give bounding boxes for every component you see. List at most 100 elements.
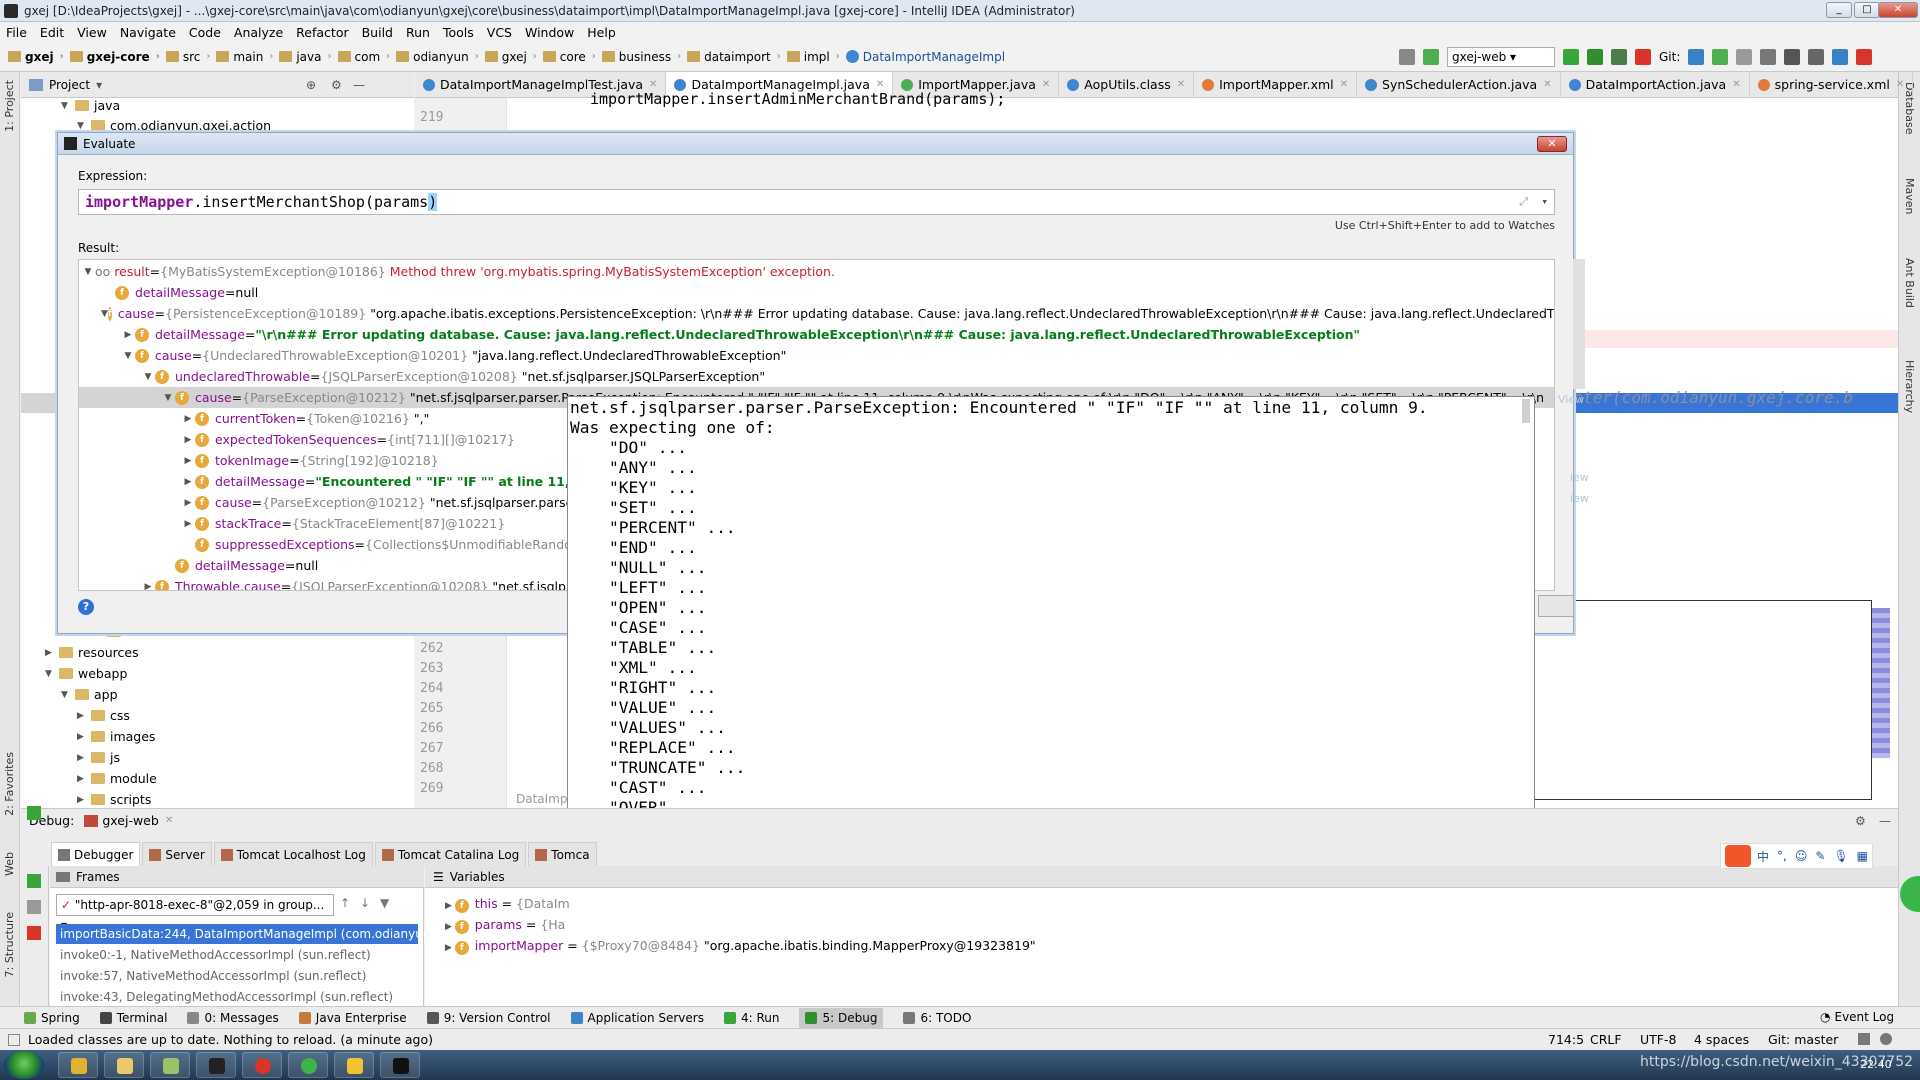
chevron-right-icon[interactable]: ▶ <box>77 711 91 721</box>
close-icon[interactable]: ✕ <box>1042 79 1050 90</box>
result-row[interactable]: ▶ f detailMessage = "\r\n### Error updatin… <box>79 324 1554 345</box>
chevron-right-icon[interactable]: ▶ <box>445 943 455 953</box>
breadcrumb-item[interactable]: gxej › <box>8 50 64 64</box>
menu-tools[interactable]: Tools <box>443 25 474 40</box>
menu-vcs[interactable]: VCS <box>487 25 512 40</box>
filter-icon[interactable]: ▼ <box>380 896 389 910</box>
chevron-down-icon[interactable]: ▼ <box>141 372 155 382</box>
dialog-button[interactable] <box>1538 595 1574 617</box>
debug-bug-icon[interactable] <box>1587 49 1603 65</box>
chevron-right-icon[interactable]: ▶ <box>181 519 195 529</box>
editor-tab[interactable]: ImportMapper.xml ✕ <box>1194 71 1358 98</box>
chevron-right-icon[interactable]: ▶ <box>45 648 59 658</box>
hierarchy-tool-button[interactable]: Hierarchy <box>1903 360 1916 413</box>
web-tool-button[interactable]: Web <box>3 852 16 876</box>
chevron-right-icon[interactable]: ▶ <box>445 901 455 911</box>
favorites-tool-button[interactable]: 2: Favorites <box>3 752 16 816</box>
menu-navigate[interactable]: Navigate <box>120 25 176 40</box>
breadcrumb-item[interactable]: dataimport › <box>687 50 781 64</box>
editor-tab[interactable]: SynSchedulerAction.java ✕ <box>1357 71 1561 98</box>
close-icon[interactable]: ✕ <box>1732 79 1740 90</box>
menu-file[interactable]: File <box>6 25 27 40</box>
ant-build-tool-button[interactable]: Ant Build <box>1903 258 1916 308</box>
tree-node[interactable]: ▶ resources <box>45 645 139 660</box>
structure-tool-button[interactable]: 7: Structure <box>3 912 16 977</box>
tool-tab[interactable]: 9: Version Control <box>426 1011 551 1025</box>
taskbar-cmd[interactable] <box>380 1052 420 1078</box>
pause-icon[interactable] <box>27 900 41 914</box>
chevron-down-icon[interactable]: ▼ <box>45 669 59 679</box>
breadcrumb-item[interactable]: core › <box>542 50 596 64</box>
git-revert-icon[interactable] <box>1760 49 1777 65</box>
tool-tab[interactable]: 0: Messages <box>187 1011 279 1025</box>
event-log-button[interactable]: ◔ Event Log <box>1820 1010 1894 1024</box>
project-tool-button[interactable]: 1: Project <box>3 80 16 132</box>
breadcrumb-item[interactable]: src › <box>165 50 210 64</box>
debug-tab[interactable]: Tomcat Localhost Log <box>213 842 373 866</box>
tree-node[interactable]: ▼ com.odianyun.gxej.action <box>77 118 271 133</box>
down-arrow-icon[interactable]: ↓ <box>360 896 370 910</box>
gear-icon[interactable]: ⚙ <box>331 78 342 92</box>
taskbar-app[interactable] <box>288 1052 328 1078</box>
coverage-icon[interactable] <box>1611 49 1627 65</box>
view-link[interactable]: View <box>1558 393 1584 406</box>
menu-run[interactable]: Run <box>406 25 430 40</box>
taskbar-notepad[interactable] <box>150 1052 190 1078</box>
taskbar-chrome[interactable] <box>58 1052 98 1078</box>
sync-icon[interactable]: ⊕ <box>306 78 316 92</box>
chevron-right-icon[interactable]: ▶ <box>181 498 195 508</box>
chevron-right-icon[interactable]: ▶ <box>445 922 455 932</box>
taskbar-explorer[interactable] <box>104 1052 144 1078</box>
stop-icon[interactable] <box>1635 49 1651 65</box>
ime-emoji-icon[interactable]: ☺ <box>1795 849 1808 863</box>
chevron-right-icon[interactable]: ▶ <box>121 330 135 340</box>
debug-tab[interactable]: Debugger <box>51 842 141 866</box>
tool-tab[interactable]: 5: Debug <box>799 1007 884 1028</box>
git-history-icon[interactable] <box>1736 49 1753 65</box>
close-icon[interactable]: ✕ <box>1177 79 1185 90</box>
expand-editor-icon[interactable]: ⤢ <box>1519 190 1528 214</box>
maven-tool-button[interactable]: Maven <box>1903 178 1916 214</box>
popup-scrollbar[interactable] <box>1522 399 1530 423</box>
menu-help[interactable]: Help <box>587 25 616 40</box>
breadcrumb-item[interactable]: business › <box>601 50 681 64</box>
hide-panel-icon[interactable]: — <box>1879 814 1891 828</box>
chevron-right-icon[interactable]: ▶ <box>77 774 91 784</box>
result-row[interactable]: ▼ f cause = {UndeclaredThrowableException@… <box>79 345 1554 366</box>
debug-tab[interactable]: Tomcat Catalina Log <box>374 842 527 866</box>
variable-row[interactable]: ▶ f importMapper = {$Proxy70@8484} "org.a… <box>445 936 1036 956</box>
tree-node[interactable]: ▼ java <box>61 98 120 113</box>
tree-node[interactable]: ▶ scripts <box>77 792 151 807</box>
plugin-icon[interactable] <box>1856 49 1873 65</box>
project-structure-icon[interactable] <box>1399 49 1415 65</box>
tool-tab[interactable]: Application Servers <box>570 1011 704 1025</box>
menu-analyze[interactable]: Analyze <box>234 25 283 40</box>
help-icon[interactable]: ? <box>78 599 94 615</box>
search-icon[interactable] <box>1784 49 1801 65</box>
taskbar-app[interactable] <box>242 1052 282 1078</box>
build-hammer-icon[interactable] <box>1423 49 1439 65</box>
chevron-down-icon[interactable]: ▼ <box>61 690 75 700</box>
view-link[interactable]: iew <box>1570 492 1589 505</box>
hide-panel-icon[interactable]: — <box>353 78 365 92</box>
run-icon[interactable] <box>1563 49 1579 65</box>
debug-tab[interactable]: Tomca <box>528 842 597 866</box>
breadcrumb-item[interactable]: odianyun › <box>396 50 479 64</box>
breadcrumb-item[interactable]: DataImportManageImpl <box>845 50 1005 64</box>
evaluate-close-button[interactable]: ✕ <box>1537 136 1567 152</box>
chevron-right-icon[interactable]: ▶ <box>181 414 195 424</box>
tree-node[interactable]: ▼ app <box>61 687 118 702</box>
editor-tab[interactable]: AopUtils.class ✕ <box>1059 71 1195 98</box>
chevron-down-icon[interactable]: ▼ <box>161 393 175 403</box>
run-config-select[interactable]: gxej-web ▾ <box>1447 47 1555 67</box>
close-icon[interactable]: ✕ <box>1543 79 1551 90</box>
tool-tab[interactable]: Spring <box>24 1011 80 1025</box>
frame-row[interactable]: invoke:57, NativeMethodAccessorImpl (sun… <box>56 966 418 986</box>
up-arrow-icon[interactable]: ↑ <box>340 896 350 910</box>
chevron-right-icon[interactable]: ▶ <box>181 435 195 445</box>
close-icon[interactable]: ✕ <box>1340 79 1348 90</box>
git-branch[interactable]: Git: master <box>1768 1032 1838 1047</box>
menu-code[interactable]: Code <box>189 25 221 40</box>
tree-node[interactable]: ▶ css <box>77 708 130 723</box>
chevron-down-icon[interactable]: ▼ <box>61 101 75 111</box>
